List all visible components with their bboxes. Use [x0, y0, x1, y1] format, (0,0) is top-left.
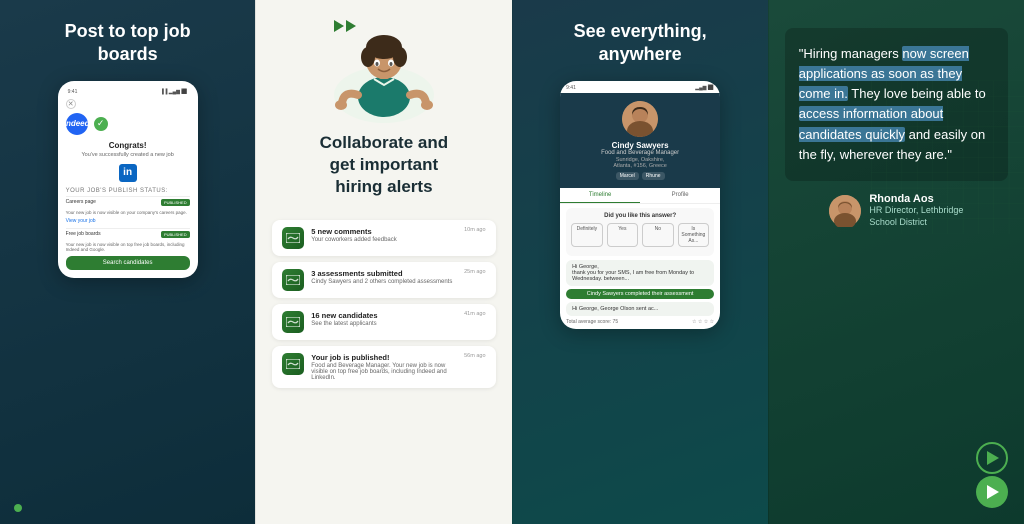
wavebox-icon-4	[282, 353, 304, 375]
play-icon-filled	[987, 485, 999, 499]
indeed-wordmark: indeed	[64, 119, 90, 128]
careers-desc: Your new job is now visible on your comp…	[66, 210, 190, 215]
answer-other[interactable]: Is Something As...	[678, 223, 710, 247]
score-row: Total average score: 75 ☆ ☆ ☆ ☆	[566, 319, 714, 325]
profile-header: Cindy Sawyers Food and Beverage Manager …	[560, 93, 720, 188]
dot-indicator	[14, 504, 22, 512]
notif-comments-time: 10m ago	[464, 227, 485, 233]
score-label: Total average score: 75	[566, 319, 618, 325]
profile-avatar	[622, 101, 658, 137]
tab-timeline[interactable]: Timeline	[560, 188, 640, 203]
reviewer-avatar	[829, 195, 861, 227]
profile-name: Cindy Sawyers	[568, 141, 712, 150]
notif-comments-title: 5 new comments	[311, 227, 457, 236]
notif-assessments-text: 3 assessments submitted Cindy Sawyers an…	[311, 269, 457, 285]
notif-published-text: Your job is published! Food and Beverage…	[311, 353, 457, 381]
answer-definitely[interactable]: Definitely	[571, 223, 603, 247]
tab-profile[interactable]: Profile	[640, 188, 720, 203]
notif-published-time: 56m ago	[464, 353, 485, 359]
notif-candidates-time: 41m ago	[464, 311, 485, 317]
phone-status-bar-3: 9:41 ▂▄▆ ⬛	[560, 81, 720, 93]
status-icons-3: ▂▄▆ ⬛	[695, 85, 714, 91]
notif-candidates: 16 new candidates See the latest applica…	[272, 304, 495, 340]
play-btn-filled[interactable]	[976, 476, 1008, 508]
panel-see-everything: See everything, anywhere 9:41 ▂▄▆ ⬛	[512, 0, 768, 524]
freejob-status-row: Free job boards PUBLISHED	[66, 228, 190, 240]
congrats-heading: Congrats!	[66, 141, 190, 150]
phone-mockup-3: 9:41 ▂▄▆ ⬛ Cindy Sawyers Food and Bevera…	[560, 81, 720, 329]
score-stars: ☆ ☆ ☆ ☆	[692, 319, 714, 325]
answer-yes[interactable]: Yes	[607, 223, 639, 247]
search-candidates-btn[interactable]: Search candidates	[66, 256, 190, 270]
chat-question: Did you like this answer?	[571, 213, 709, 219]
grid-background	[871, 0, 1024, 314]
notif-assessments-title: 3 assessments submitted	[311, 269, 457, 278]
notifications-list: 5 new comments Your coworkers added feed…	[272, 220, 495, 394]
answer-row: Definitely Yes No Is Something As...	[571, 223, 709, 247]
panel-job-boards: Post to top job boards 9:41 ▐▐ ▂▄▆ ⬛ ✕ i…	[0, 0, 255, 524]
status-icons-1: ▐▐ ▂▄▆ ⬛	[160, 89, 187, 95]
free-desc: Your new job is now visible on top free …	[66, 242, 190, 252]
wavebox-icon-2	[282, 269, 304, 291]
free-badge: PUBLISHED	[161, 231, 190, 238]
notif-comments-sub: Your coworkers added feedback	[311, 237, 457, 243]
close-btn[interactable]: ✕	[66, 99, 76, 109]
notif-candidates-title: 16 new candidates	[311, 311, 457, 320]
congrats-subtext: You've successfully created a new job	[66, 152, 190, 158]
phone-mockup-1: 9:41 ▐▐ ▂▄▆ ⬛ ✕ indeed ✓ Congrats! You'v…	[58, 81, 198, 278]
panel-1-title: Post to top job boards	[65, 20, 191, 67]
tag-1: Marcel	[616, 172, 639, 180]
indeed-logo-row: indeed ✓	[66, 113, 190, 135]
notif-assessments-time: 25m ago	[464, 269, 485, 275]
profile-location: Sunridge, Oakshire, Atlanta, #156, Greec…	[568, 157, 712, 169]
time-1: 9:41	[68, 89, 78, 95]
panel-3-title: See everything, anywhere	[574, 20, 707, 67]
arrow-2	[346, 20, 356, 32]
profile-tags: Marcel Rhune	[568, 172, 712, 180]
play-btn-outline[interactable]	[976, 442, 1008, 474]
notif-comments-text: 5 new comments Your coworkers added feed…	[311, 227, 457, 243]
view-job-link[interactable]: View your job	[66, 218, 190, 224]
profile-job-title: Food and Beverage Manager	[568, 150, 712, 156]
arrow-1	[334, 20, 344, 32]
notif-candidates-sub: See the latest applicants	[311, 321, 457, 327]
check-icon: ✓	[94, 117, 108, 131]
careers-label: Careers page	[66, 199, 96, 205]
tag-2: Rhune	[642, 172, 665, 180]
play-arrows	[334, 20, 356, 32]
panel-collaborate: Collaborate and get important hiring ale…	[255, 0, 511, 524]
illustration-area	[324, 20, 444, 120]
time-3: 9:41	[566, 85, 576, 91]
notif-published: Your job is published! Food and Beverage…	[272, 346, 495, 388]
msg-bubble-3: Hi George, George Olson sent ac...	[566, 302, 714, 316]
free-label: Free job boards	[66, 231, 101, 237]
notif-assessments-sub: Cindy Sawyers and 2 others completed ass…	[311, 279, 457, 285]
assessment-completed-badge: Cindy Sawyers completed their assessment	[566, 289, 714, 299]
chat-section: Did you like this answer? Definitely Yes…	[560, 204, 720, 329]
linkedin-logo: in	[119, 164, 137, 182]
careers-badge: PUBLISHED	[161, 199, 190, 206]
profile-tabs: Timeline Profile	[560, 188, 720, 204]
answer-no[interactable]: No	[642, 223, 674, 247]
publish-label: Your job's publish status:	[66, 188, 190, 194]
wavebox-icon-3	[282, 311, 304, 333]
careers-status-row: Careers page PUBLISHED	[66, 196, 190, 208]
notif-candidates-text: 16 new candidates See the latest applica…	[311, 311, 457, 327]
msg-bubble-1: Hi George, thank you for your SMS, I am …	[566, 260, 714, 286]
notif-comments: 5 new comments Your coworkers added feed…	[272, 220, 495, 256]
notif-assessments: 3 assessments submitted Cindy Sawyers an…	[272, 262, 495, 298]
panel-testimonial: "Hiring managers now screen applications…	[768, 0, 1024, 524]
panel-2-title: Collaborate and get important hiring ale…	[320, 132, 448, 198]
notif-published-title: Your job is published!	[311, 353, 457, 362]
play-icon-outline	[987, 451, 999, 465]
wavebox-icon-1	[282, 227, 304, 249]
notif-published-sub: Food and Beverage Manager. Your new job …	[311, 363, 457, 381]
